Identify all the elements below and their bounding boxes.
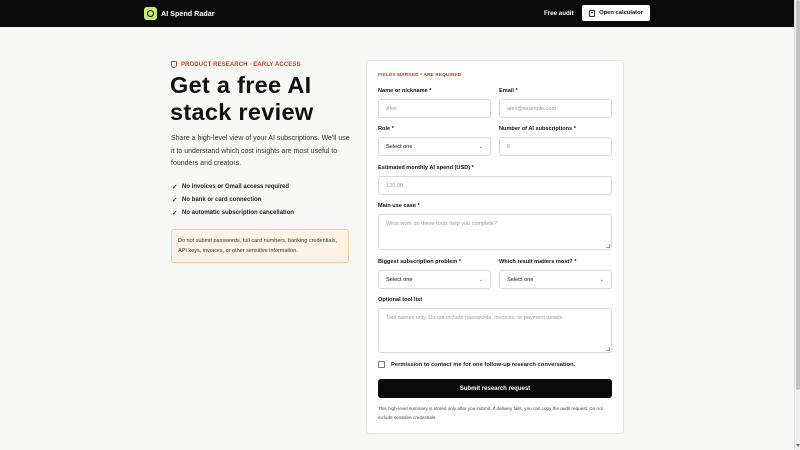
feature-label: No automatic subscription cancellation [182, 210, 295, 217]
spend-label: Estimated monthly AI spend (USD) * [378, 165, 474, 171]
problem-select-value: Select one [386, 276, 413, 283]
tool-list-placeholder: Tool names only. Do not include password… [386, 315, 564, 321]
role-label: Role * [378, 126, 394, 132]
feature-list: ✓ No invoices or Gmail access required ✓… [172, 180, 294, 220]
required-fields-note: FIELDS MARKED * ARE REQUIRED [378, 73, 462, 78]
email-label: Email * [499, 88, 518, 94]
result-label: Which result matters most? * [499, 259, 577, 265]
result-select[interactable]: Select one ⌄ [499, 270, 612, 289]
brand-name: AI Spend Radar [161, 9, 215, 18]
scrollbar-thumb[interactable] [796, 0, 800, 390]
brand[interactable]: AI Spend Radar [144, 7, 215, 20]
feature-label: No invoices or Gmail access required [182, 183, 290, 190]
section-tag-label: PRODUCT RESEARCH · EARLY ACCESS [181, 61, 301, 68]
page-title: Get a free AI stack review [170, 72, 314, 125]
email-input[interactable]: alex@example.com [499, 99, 612, 118]
name-input[interactable]: Alex [378, 99, 491, 118]
privacy-footnote: This high-level summary is stored only a… [378, 406, 603, 420]
subscriptions-input[interactable]: 6 [499, 137, 612, 156]
open-calculator-button[interactable]: Open calculator [582, 5, 650, 21]
feature-item: ✓ No bank or card connection [172, 193, 294, 206]
top-nav: AI Spend Radar Free audit Open calculato… [0, 0, 794, 27]
consent-checkbox[interactable] [378, 361, 385, 368]
check-icon: ✓ [172, 183, 178, 191]
role-select-value: Select one [386, 143, 413, 150]
problem-label: Biggest subscription problem * [378, 259, 461, 265]
role-select[interactable]: Select one ⌄ [378, 137, 491, 156]
section-tag: PRODUCT RESEARCH · EARLY ACCESS [171, 61, 301, 68]
check-icon: ✓ [172, 210, 178, 218]
feature-item: ✓ No automatic subscription cancellation [172, 207, 294, 220]
sensitive-info-notice: Do not submit passwords, full card numbe… [171, 229, 349, 263]
hero-description: Share a high-level view of your AI subsc… [171, 135, 350, 167]
feature-label: No bank or card connection [182, 197, 262, 204]
chevron-down-icon: ⌄ [478, 276, 483, 283]
check-icon: ✓ [172, 197, 178, 205]
page-scrollbar[interactable] [794, 0, 800, 450]
name-label: Name or nickname * [378, 88, 432, 94]
consent-row[interactable]: Permission to contact me for one follow-… [378, 361, 575, 368]
open-calculator-label: Open calculator [599, 10, 643, 16]
subscriptions-label: Number of AI subscriptions * [499, 126, 576, 132]
consent-label: Permission to contact me for one follow-… [391, 361, 576, 368]
use-case-placeholder: What work do these tools help you comple… [386, 221, 497, 227]
tool-list-textarea[interactable]: Tool names only. Do not include password… [378, 308, 612, 353]
submit-button[interactable]: Submit research request [378, 379, 612, 398]
chevron-down-icon: ⌄ [478, 143, 483, 150]
radar-logo-icon [144, 7, 157, 20]
chevron-down-icon: ⌄ [599, 276, 604, 283]
tool-list-label: Optional tool list [378, 297, 423, 303]
resize-handle-icon[interactable] [606, 347, 610, 351]
use-case-textarea[interactable]: What work do these tools help you comple… [378, 214, 612, 250]
resize-handle-icon[interactable] [606, 244, 610, 248]
result-select-value: Select one [507, 276, 534, 283]
problem-select[interactable]: Select one ⌄ [378, 270, 491, 289]
spend-input[interactable]: 120.00 [378, 176, 612, 195]
calculator-icon [589, 9, 596, 17]
scroll-down-arrow-icon[interactable] [796, 444, 800, 447]
use-case-label: Main use case * [378, 203, 420, 209]
free-audit-link[interactable]: Free audit [544, 10, 574, 17]
feature-item: ✓ No invoices or Gmail access required [172, 180, 294, 193]
shield-icon [171, 61, 177, 68]
